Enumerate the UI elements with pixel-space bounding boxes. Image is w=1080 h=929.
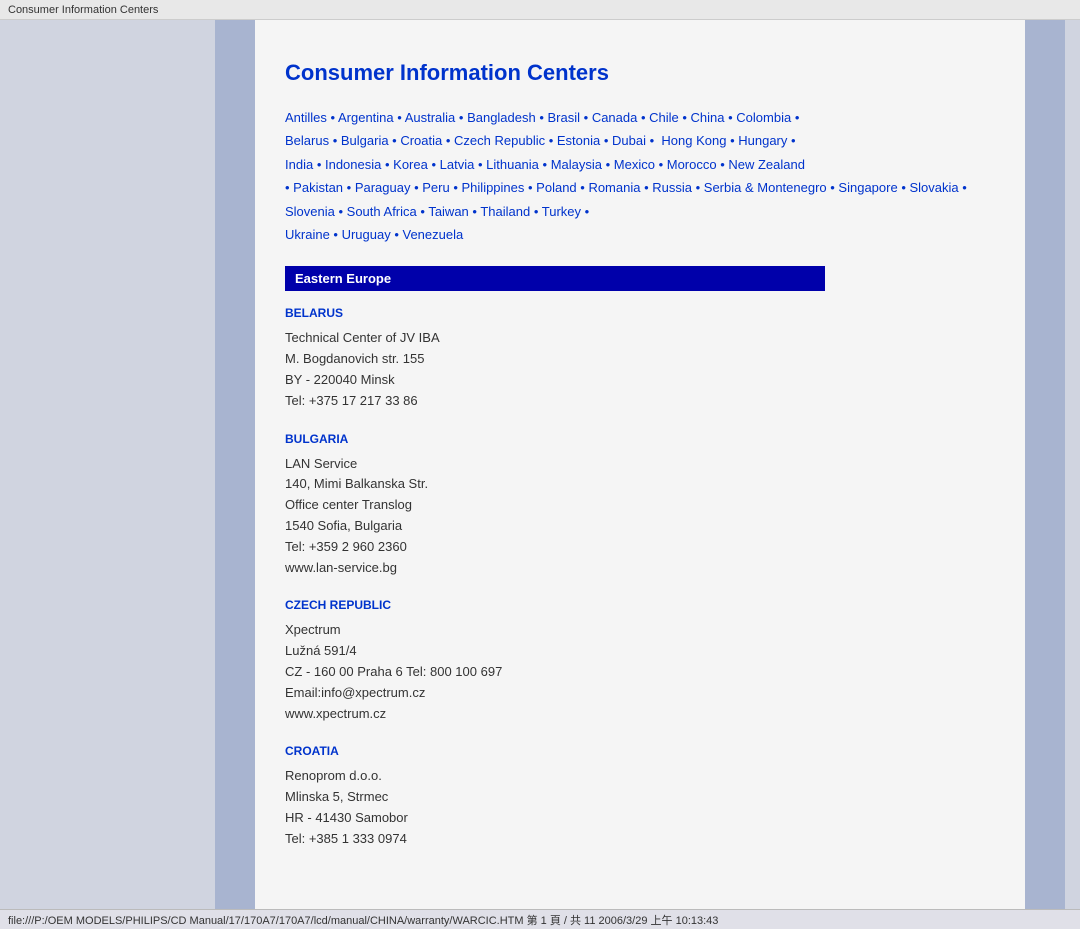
sidebar-left — [0, 20, 255, 909]
country-links: Antilles • Argentina • Australia • Bangl… — [285, 110, 967, 242]
title-bar-text: Consumer Information Centers — [8, 4, 158, 16]
country-item-belarus: BELARUS Technical Center of JV IBA M. Bo… — [285, 306, 995, 411]
content-area: Consumer Information Centers Antilles • … — [255, 20, 1025, 909]
links-section: Antilles • Argentina • Australia • Bangl… — [285, 106, 995, 246]
main-layout: Consumer Information Centers Antilles • … — [0, 20, 1080, 909]
country-info-czech: Xpectrum Lužná 591/4 CZ - 160 00 Praha 6… — [285, 620, 995, 724]
sidebar-right-inner — [1025, 20, 1065, 909]
country-title-bulgaria: BULGARIA — [285, 432, 995, 446]
country-list: BELARUS Technical Center of JV IBA M. Bo… — [285, 306, 995, 849]
status-bar: file:///P:/OEM MODELS/PHILIPS/CD Manual/… — [0, 909, 1080, 929]
country-title-croatia: CROATIA — [285, 744, 995, 758]
sidebar-left-inner — [215, 20, 255, 909]
page-title: Consumer Information Centers — [285, 60, 995, 86]
country-title-czech: CZECH REPUBLIC — [285, 598, 995, 612]
country-info-bulgaria: LAN Service 140, Mimi Balkanska Str. Off… — [285, 454, 995, 579]
country-item-czech: CZECH REPUBLIC Xpectrum Lužná 591/4 CZ -… — [285, 598, 995, 724]
country-title-belarus: BELARUS — [285, 306, 995, 320]
country-info-croatia: Renoprom d.o.o. Mlinska 5, Strmec HR - 4… — [285, 766, 995, 849]
sidebar-right — [1025, 20, 1080, 909]
title-bar: Consumer Information Centers — [0, 0, 1080, 20]
country-info-belarus: Technical Center of JV IBA M. Bogdanovic… — [285, 328, 995, 411]
status-bar-text: file:///P:/OEM MODELS/PHILIPS/CD Manual/… — [8, 912, 718, 928]
country-item-bulgaria: BULGARIA LAN Service 140, Mimi Balkanska… — [285, 432, 995, 579]
section-header: Eastern Europe — [285, 266, 825, 291]
